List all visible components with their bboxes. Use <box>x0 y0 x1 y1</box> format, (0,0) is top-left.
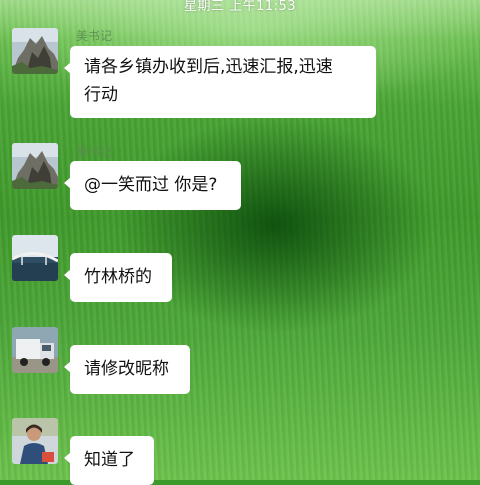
chat-message: 美书记 @一笑而过 你是? <box>0 140 480 220</box>
message-text-line: 行动 <box>84 85 118 105</box>
message-bubble[interactable]: 知道了 <box>64 436 154 485</box>
chat-message: 请修改昵称 <box>0 324 480 404</box>
message-bubble[interactable]: @一笑而过 你是? <box>64 161 241 210</box>
chat-message: 知道了 <box>0 415 480 485</box>
message-bubble[interactable]: 请各乡镇办收到后,迅速汇报,迅速 行动 <box>64 46 376 118</box>
message-bubble[interactable]: 请修改昵称 <box>64 345 190 394</box>
truck-avatar-icon[interactable] <box>12 327 58 373</box>
message-text: 竹林桥的 <box>84 267 152 287</box>
bridge-avatar-icon[interactable] <box>12 235 58 281</box>
chat-message: 美书记 请各乡镇办收到后,迅速汇报,迅速 行动 <box>0 24 480 124</box>
status-bar-time: 星期三 上午11:53 <box>183 0 297 14</box>
mountain-avatar-icon[interactable] <box>12 143 58 189</box>
chat-message: 竹林桥的 <box>0 232 480 312</box>
sender-name: 美书记 <box>76 29 113 43</box>
message-bubble[interactable]: 竹林桥的 <box>64 253 172 302</box>
sender-name: 美书记 <box>76 145 113 159</box>
message-text-line: 请各乡镇办收到后,迅速汇报,迅速 <box>84 57 333 77</box>
person-avatar-icon[interactable] <box>12 418 58 464</box>
message-text: @一笑而过 你是? <box>84 175 218 195</box>
mountain-avatar-icon[interactable] <box>12 28 58 74</box>
message-text: 知道了 <box>84 450 135 470</box>
message-text: 请修改昵称 <box>84 359 169 379</box>
